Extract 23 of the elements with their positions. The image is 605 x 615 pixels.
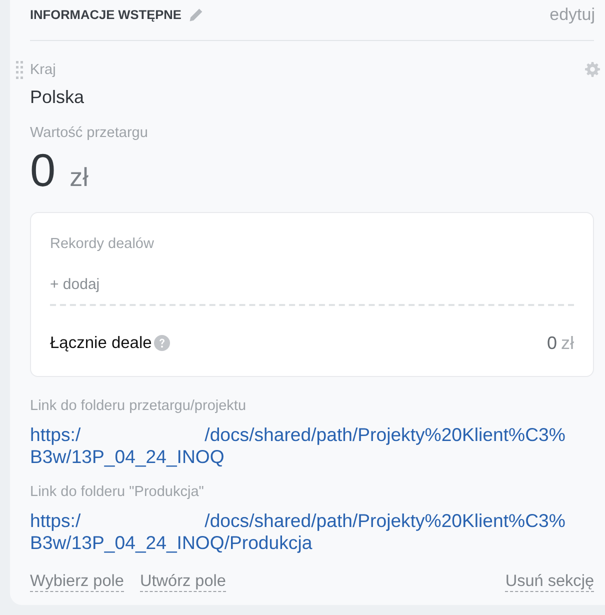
help-icon[interactable] bbox=[154, 335, 170, 351]
drag-handle-icon[interactable] bbox=[16, 61, 23, 79]
settings-icon[interactable] bbox=[585, 62, 600, 77]
choose-field-link[interactable]: Wybierz pole bbox=[30, 571, 124, 592]
field-value: Polska bbox=[30, 86, 86, 109]
amount-value: 0 bbox=[30, 144, 56, 196]
create-field-link[interactable]: Utwórz pole bbox=[140, 571, 226, 592]
total-label: Łącznie deale bbox=[50, 333, 152, 354]
field-label: Rekordy dealów bbox=[50, 235, 155, 253]
field-label: Link do folderu "Produkcja" bbox=[30, 483, 204, 501]
currency-label: zł bbox=[561, 332, 574, 354]
folder-link[interactable]: https:/ /docs/shared/path/Projekty%20Klient%C3%B3w/13P_04_24_INOQ bbox=[30, 424, 576, 467]
folder-link[interactable]: https:/ /docs/shared/path/Projekty%20Klient%C3%B3w/13P_04_24_INOQ/Produkcja bbox=[30, 510, 576, 553]
currency-label: zł bbox=[70, 161, 88, 194]
total-amount: 0 bbox=[546, 332, 557, 354]
remove-section-link[interactable]: Usuń sekcję bbox=[505, 571, 594, 592]
pencil-icon[interactable] bbox=[189, 8, 204, 22]
add-link[interactable]: + dodaj bbox=[50, 276, 100, 294]
field-label: Kraj bbox=[30, 61, 56, 79]
field-label: Wartość przetargu bbox=[30, 124, 148, 142]
field-label: Link do folderu przetargu/projektu bbox=[30, 397, 246, 415]
section-title: INFORMACJE WSTĘPNE bbox=[30, 6, 182, 24]
edit-link[interactable]: edytuj bbox=[550, 6, 595, 24]
